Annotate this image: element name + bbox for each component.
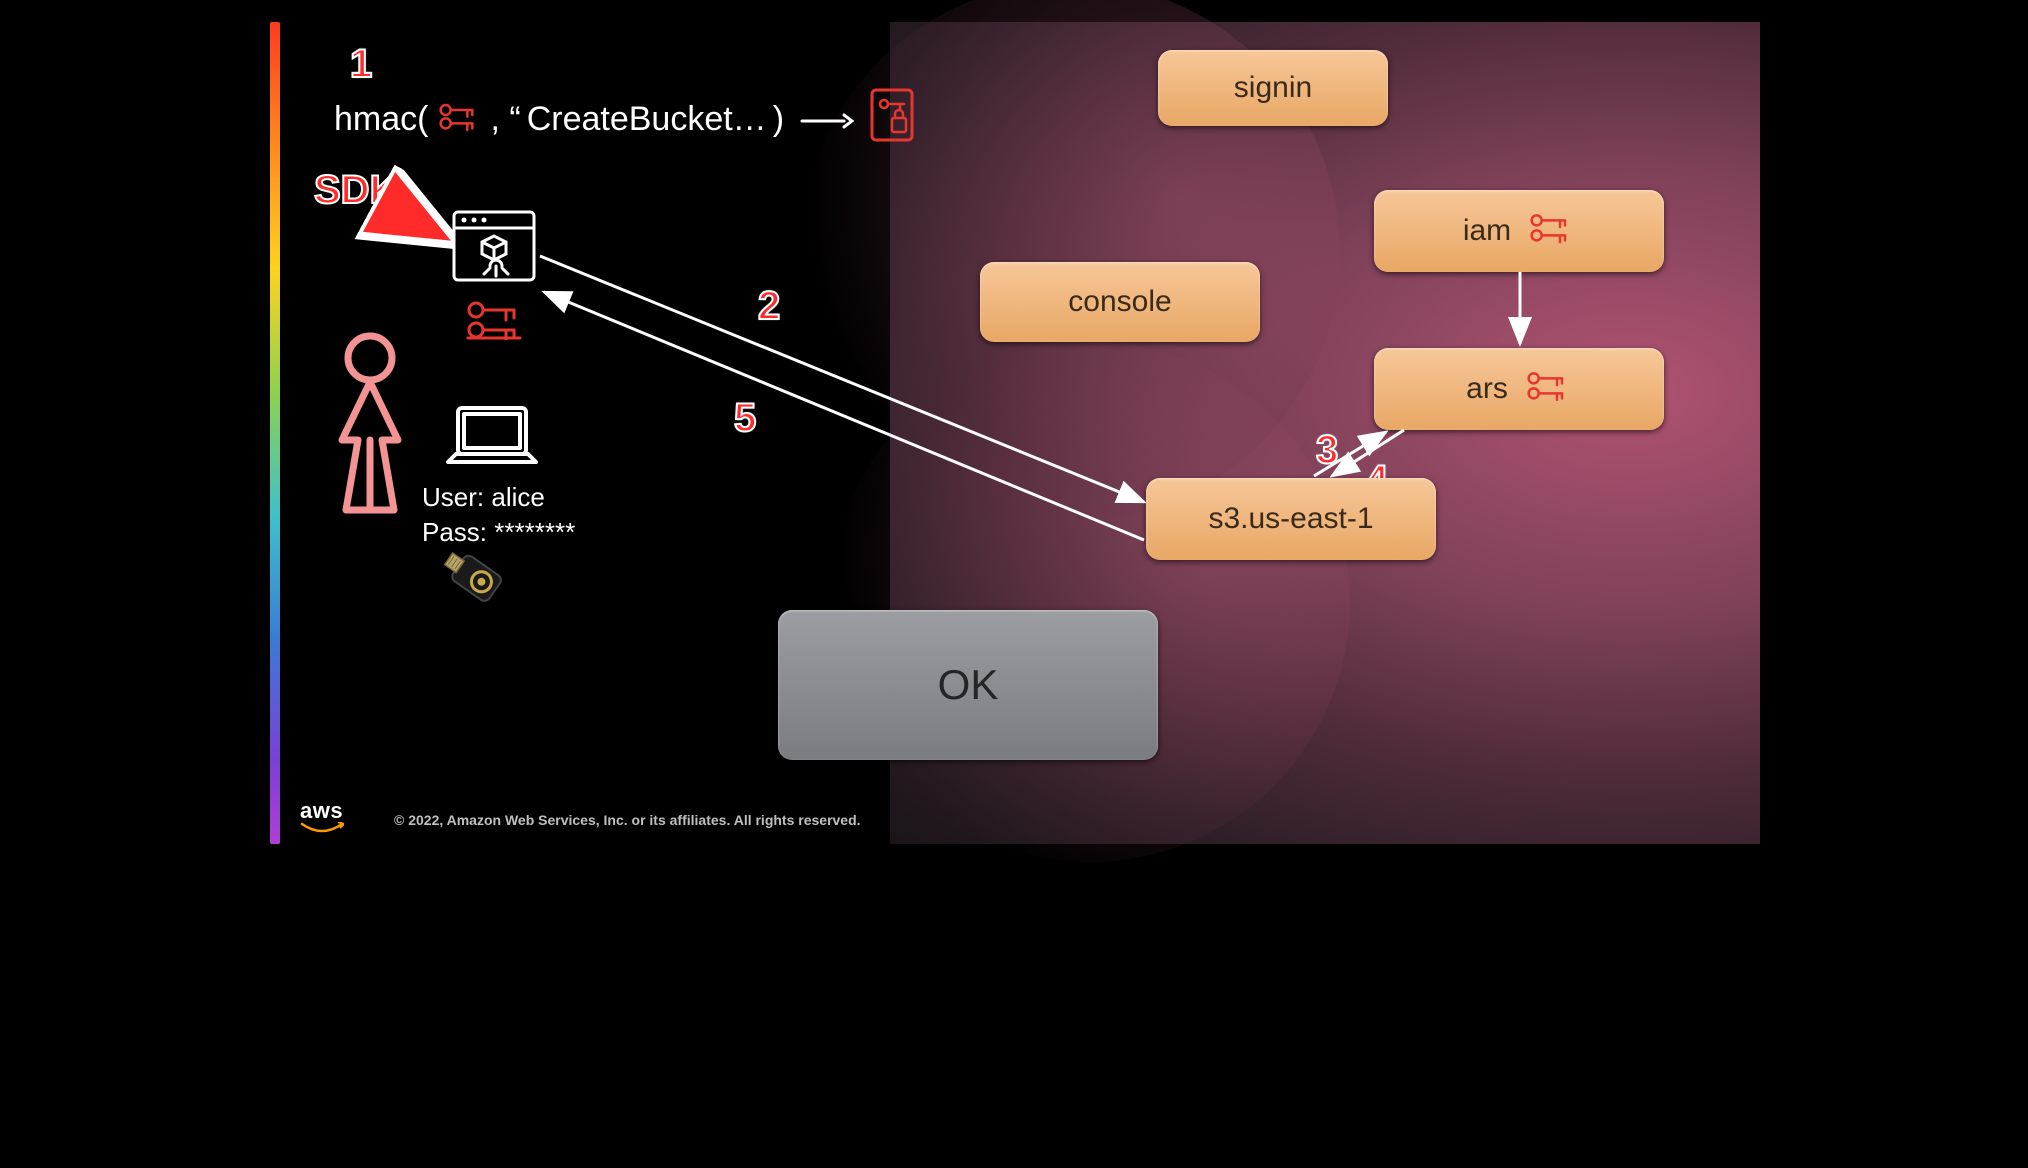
hmac-mid: , “ [490, 100, 520, 139]
node-ok: OK [778, 610, 1158, 760]
copyright-text: © 2022, Amazon Web Services, Inc. or its… [394, 812, 861, 828]
user-value: alice [491, 482, 544, 512]
node-iam: iam [1374, 190, 1664, 272]
step-number-1: 1 [350, 42, 372, 87]
key-icon [434, 98, 484, 141]
laptop-icon [444, 404, 540, 477]
hmac-formula: hmac( , “CreateBucket…) [334, 88, 914, 151]
hmac-prefix: hmac( [334, 100, 428, 139]
node-console-label: console [1068, 285, 1171, 319]
hmac-suffix: ) [773, 100, 784, 139]
user-line: User: alice [422, 480, 575, 515]
step-number-5: 5 [734, 396, 756, 441]
node-ars: ars [1374, 348, 1664, 430]
node-s3-label: s3.us-east-1 [1208, 502, 1373, 536]
hmac-api-call: CreateBucket… [527, 100, 767, 139]
pass-line: Pass: ******** [422, 515, 575, 550]
sdk-label: SDK [314, 168, 398, 213]
node-signin-label: signin [1234, 71, 1312, 105]
pass-value: ******** [494, 517, 575, 547]
pass-label: Pass: [422, 517, 487, 547]
node-s3: s3.us-east-1 [1146, 478, 1436, 560]
key-icon [1522, 368, 1572, 410]
rainbow-accent-bar [270, 22, 280, 844]
aws-wordmark: aws [300, 798, 343, 823]
user-label: User: [422, 482, 484, 512]
step-number-2: 2 [758, 284, 780, 329]
node-ars-label: ars [1466, 372, 1508, 406]
sdk-browser-icon [452, 210, 536, 287]
node-signin: signin [1158, 50, 1388, 126]
step-number-3: 3 [1316, 428, 1338, 473]
yubikey-icon [433, 542, 508, 613]
node-iam-label: iam [1463, 214, 1511, 248]
signed-request-icon [870, 88, 914, 151]
cloud-lobe [830, 342, 1350, 862]
node-ok-label: OK [938, 661, 999, 709]
credentials-key-icon [462, 298, 524, 345]
aws-logo: aws [300, 798, 344, 836]
user-credentials: User: alice Pass: ******** [422, 480, 575, 550]
node-console: console [980, 262, 1260, 342]
key-icon [1525, 210, 1575, 252]
aws-smile-icon [300, 822, 344, 836]
user-person-icon [328, 330, 412, 535]
slide-stage: hmac( , “CreateBucket…) [254, 0, 1774, 876]
arrow-right-icon [800, 100, 854, 139]
